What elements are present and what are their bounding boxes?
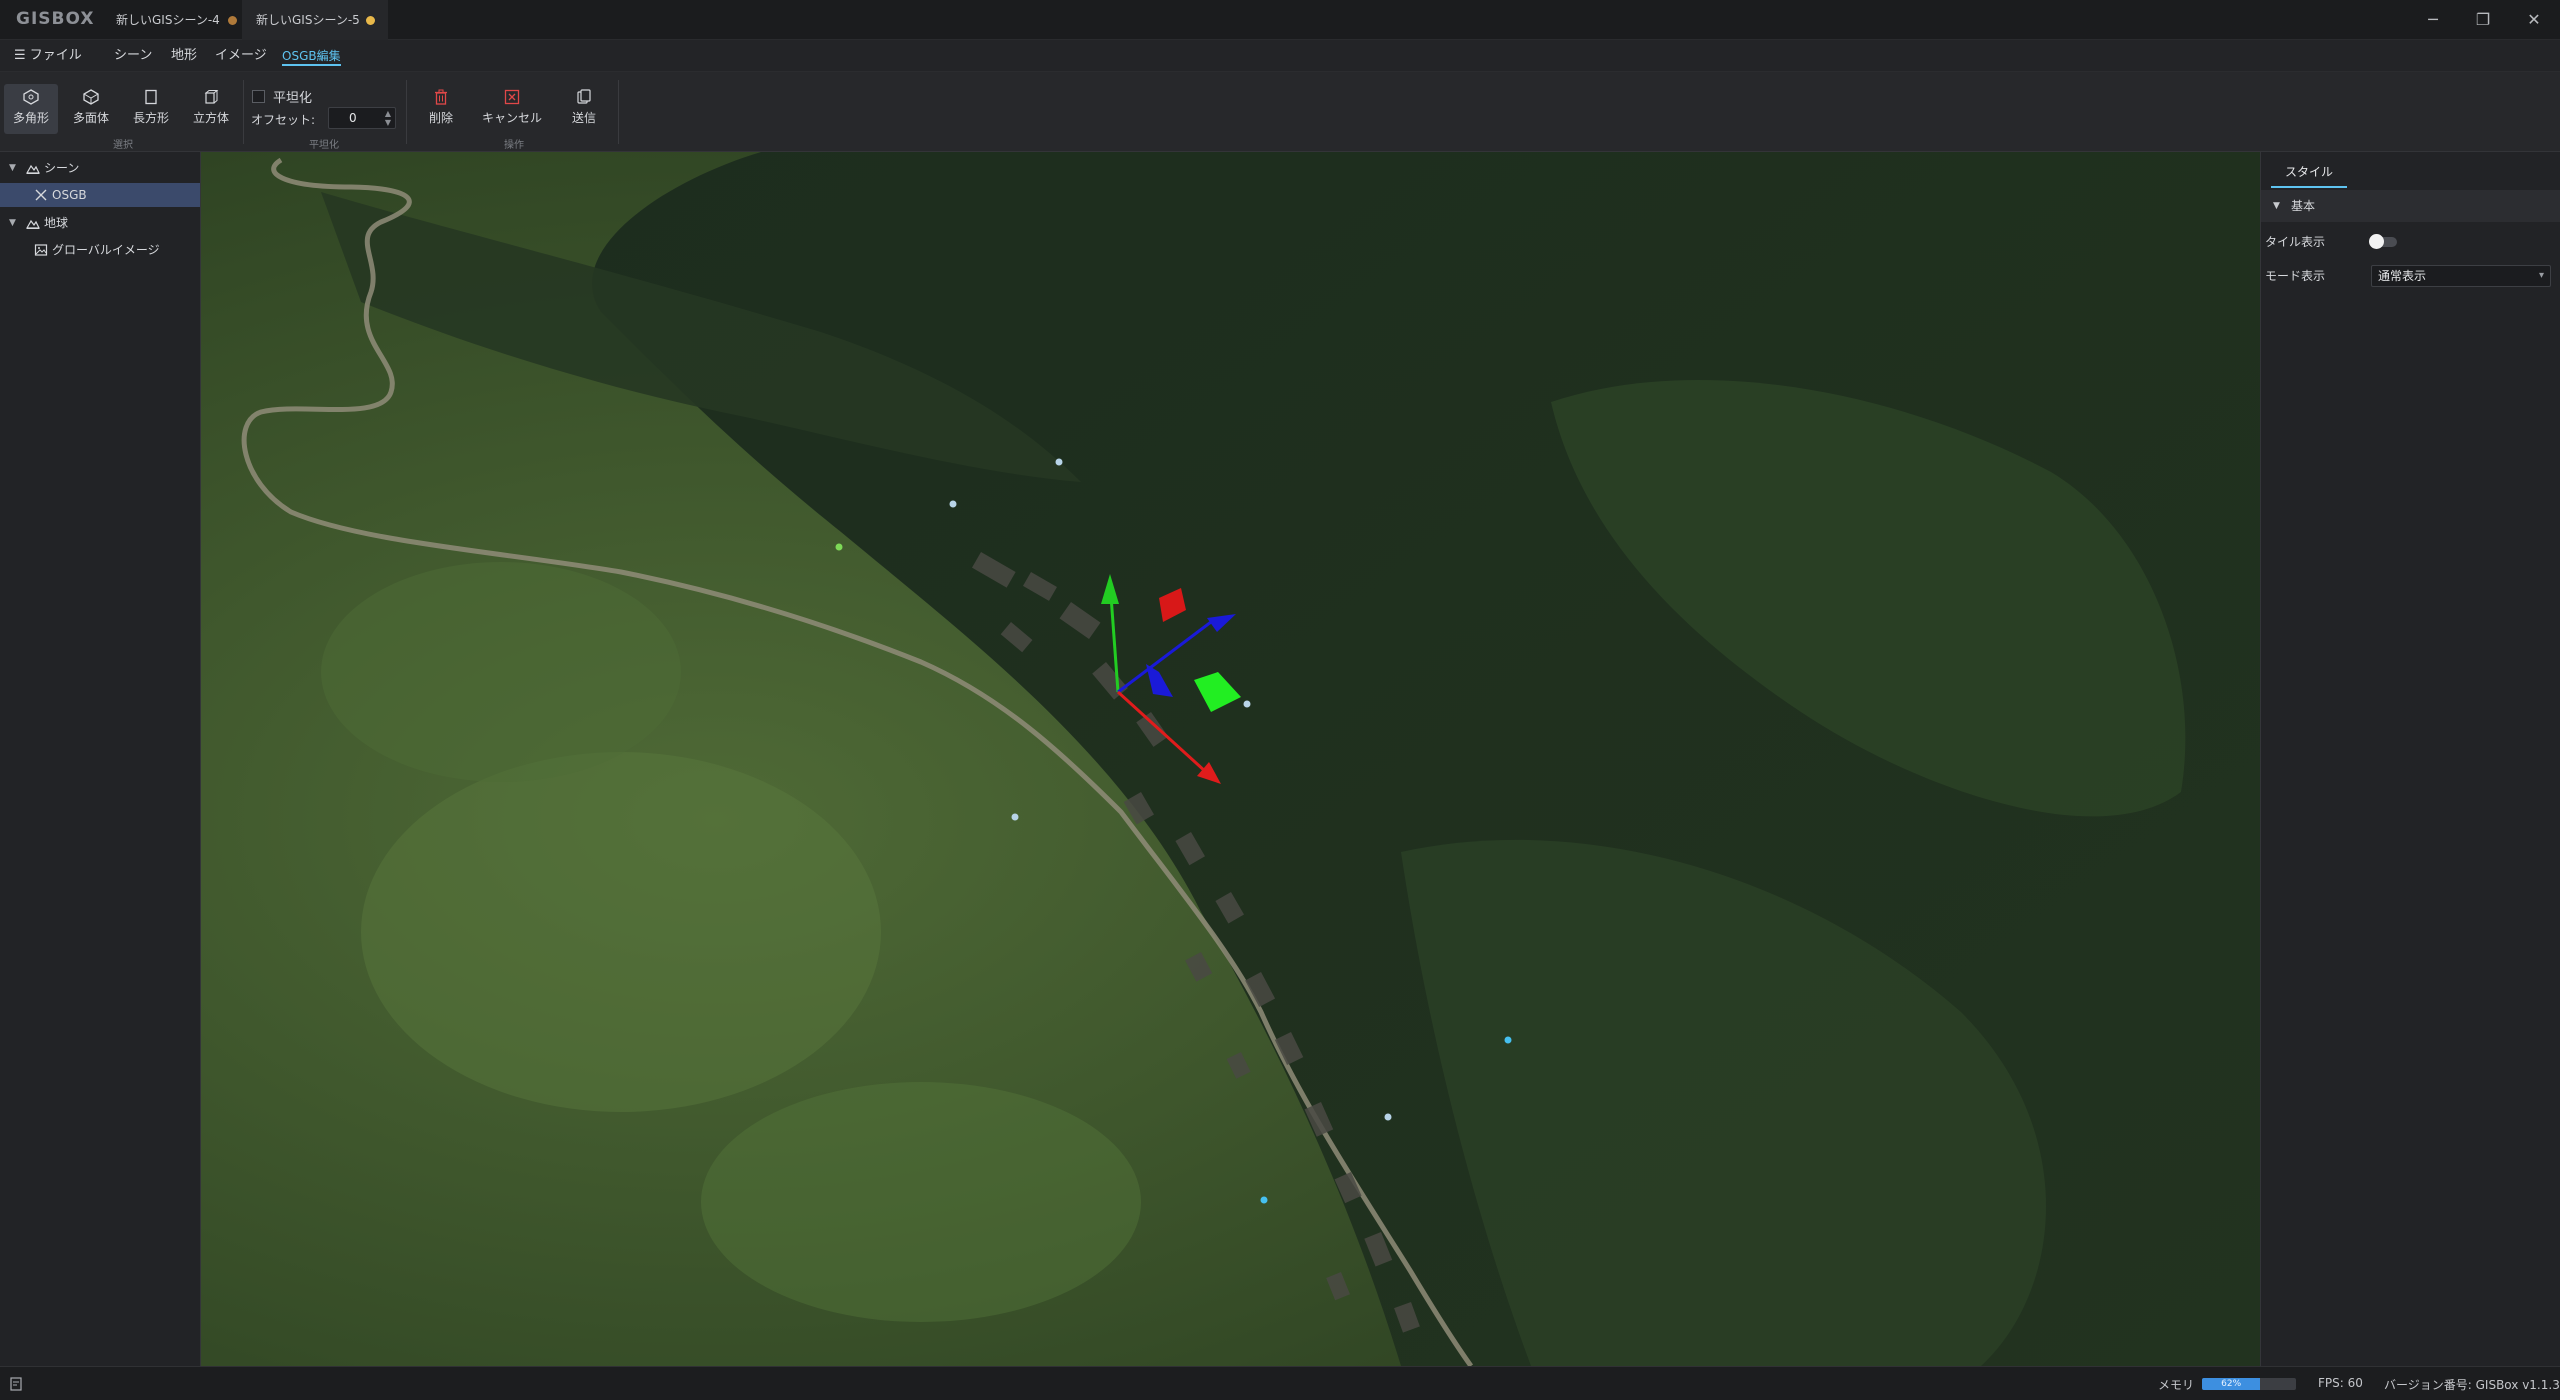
tab-label: 新しいGISシーン-5: [256, 13, 360, 27]
menu-bar: ☰ ファイル シーン 地形 イメージ OSGB編集: [0, 40, 2560, 72]
select-group-label: 選択: [113, 140, 133, 151]
image-icon: [34, 244, 48, 256]
ribbon-toolbar: 多角形 多面体 長方形 立方体 選択 平坦化 オフセット: 0 ▲ ▼ 平坦化 …: [0, 72, 2560, 152]
send-icon: [577, 89, 591, 104]
cube-label: 立方体: [192, 111, 229, 125]
properties-panel: スタイル ▼ 基本 タイル表示 モード表示 通常表示 ▾: [2260, 152, 2560, 1366]
polygon-icon: [23, 89, 39, 105]
rectangle-icon: [145, 89, 157, 105]
tree-item-label: グローバルイメージ: [52, 243, 160, 257]
memory-label: メモリ: [2158, 1378, 2195, 1392]
osgb-icon: [35, 189, 47, 201]
mode-display-row: モード表示 通常表示 ▾: [2265, 262, 2560, 290]
cancel-label: キャンセル: [481, 111, 542, 125]
map-marker[interactable]: [1260, 1196, 1268, 1204]
version-readout: バージョン番号: GISBox v1.1.3: [2384, 1378, 2560, 1392]
stepper-up-icon[interactable]: ▲: [385, 109, 391, 118]
map-marker[interactable]: [1384, 1113, 1392, 1121]
offset-value: 0: [349, 111, 357, 125]
flatten-group-label: 平坦化: [309, 140, 339, 151]
fps-readout: FPS: 60: [2318, 1376, 2363, 1390]
polygon-label: 多角形: [12, 111, 49, 125]
polyhedron-label: 多面体: [72, 111, 109, 125]
map-marker[interactable]: [1055, 458, 1063, 466]
map-marker[interactable]: [1243, 700, 1251, 708]
rectangle-select-button[interactable]: 長方形: [124, 84, 178, 134]
tab-modified-dot: [366, 16, 375, 25]
menu-terrain[interactable]: 地形: [171, 46, 197, 66]
tab-label: 新しいGISシーン-4: [116, 13, 220, 27]
tree-item-label: 地球: [44, 216, 69, 230]
close-button[interactable]: ✕: [2522, 8, 2546, 32]
restore-button[interactable]: ❐: [2471, 8, 2495, 32]
minimize-button[interactable]: ─: [2421, 8, 2445, 32]
memory-progress-bar: 62%: [2202, 1378, 2296, 1390]
flatten-checkbox[interactable]: [252, 90, 265, 103]
tile-display-label: タイル表示: [2265, 235, 2326, 249]
tab-scene-5[interactable]: 新しいGISシーン-5: [242, 0, 388, 40]
ribbon-separator: [243, 80, 244, 144]
terrain-scene[interactable]: [201, 152, 2260, 1366]
ribbon-separator: [406, 80, 407, 144]
map-marker[interactable]: [1504, 1036, 1512, 1044]
expand-arrow-icon[interactable]: ▼: [9, 211, 16, 235]
tree-item-osgb[interactable]: OSGB: [0, 183, 200, 207]
section-basic[interactable]: ▼ 基本: [2261, 190, 2560, 222]
flatten-checkbox-label: 平坦化: [273, 91, 313, 106]
polyhedron-select-button[interactable]: 多面体: [64, 84, 118, 134]
scene-icon: [26, 164, 40, 174]
map-marker[interactable]: [1011, 813, 1019, 821]
status-bar: メモリ 62% FPS: 60 バージョン番号: GISBox v1.1.3: [0, 1366, 2560, 1400]
tree-item-scene[interactable]: ▼ シーン: [0, 156, 200, 180]
globe-icon: [26, 219, 40, 229]
menu-osgb-edit[interactable]: OSGB編集: [282, 46, 341, 66]
cancel-button[interactable]: キャンセル: [476, 84, 548, 134]
memory-progress-fill: 62%: [2202, 1378, 2261, 1390]
polyhedron-icon: [83, 89, 99, 105]
delete-button[interactable]: 削除: [414, 84, 468, 134]
menu-image[interactable]: イメージ: [215, 46, 267, 66]
tree-item-global-image[interactable]: グローバルイメージ: [0, 238, 200, 262]
mode-display-value: 通常表示: [2378, 269, 2427, 283]
expand-arrow-icon[interactable]: ▼: [9, 156, 16, 180]
cube-select-button[interactable]: 立方体: [184, 84, 238, 134]
rectangle-label: 長方形: [132, 111, 169, 125]
mode-display-label: モード表示: [2265, 269, 2326, 283]
menu-scene[interactable]: シーン: [114, 46, 152, 66]
submit-button[interactable]: 送信: [557, 84, 611, 134]
tree-item-label: シーン: [44, 161, 80, 175]
tab-style[interactable]: スタイル: [2271, 160, 2348, 188]
collapse-arrow-icon[interactable]: ▼: [2273, 190, 2280, 222]
menu-file[interactable]: ☰ ファイル: [14, 46, 82, 66]
map-marker[interactable]: [835, 543, 843, 551]
chevron-down-icon: ▾: [2538, 270, 2544, 281]
title-bar: GISBOX 新しいGISシーン-4 新しいGISシーン-5 ─ ❐ ✕: [0, 0, 2560, 40]
tree-item-globe[interactable]: ▼ 地球: [0, 211, 200, 235]
cube-icon: [204, 90, 219, 104]
stepper-down-icon[interactable]: ▼: [385, 118, 391, 127]
trash-icon: [435, 89, 447, 105]
scene-tree-panel: ▼ シーン OSGB ▼ 地球 グローバルイメージ: [0, 152, 201, 1366]
polygon-select-button[interactable]: 多角形: [4, 84, 58, 134]
tab-modified-dot: [228, 16, 237, 25]
tile-display-toggle[interactable]: [2369, 234, 2397, 249]
tab-scene-4[interactable]: 新しいGISシーン-4: [102, 0, 242, 40]
tree-item-label: OSGB: [52, 188, 87, 202]
submit-label: 送信: [571, 111, 596, 125]
operation-group-label: 操作: [504, 140, 524, 151]
section-title: 基本: [2291, 199, 2316, 213]
ribbon-separator: [618, 80, 619, 144]
delete-label: 削除: [428, 111, 453, 125]
log-icon[interactable]: [10, 1377, 22, 1391]
app-logo: GISBOX: [16, 9, 95, 29]
cancel-icon: [504, 89, 520, 105]
mode-display-select[interactable]: 通常表示 ▾: [2371, 265, 2551, 287]
map-viewport[interactable]: [201, 152, 2260, 1366]
offset-label: オフセット:: [251, 113, 316, 127]
tile-display-row: タイル表示: [2265, 228, 2560, 256]
offset-input[interactable]: 0 ▲ ▼: [328, 107, 396, 129]
toggle-knob: [2369, 234, 2384, 249]
map-marker[interactable]: [949, 500, 957, 508]
